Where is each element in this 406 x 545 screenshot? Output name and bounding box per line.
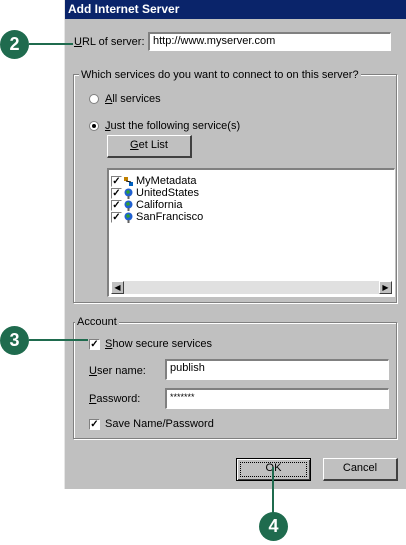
cancel-button[interactable]: Cancel — [323, 458, 398, 481]
show-secure-label[interactable]: Show secure services — [105, 337, 212, 351]
url-label: URL of server: — [74, 36, 145, 48]
account-group-label: Account — [75, 315, 119, 329]
metadata-icon — [124, 176, 133, 186]
save-password-checkbox[interactable]: ✓ — [89, 419, 100, 430]
service-checkbox[interactable]: ✓ — [111, 199, 122, 211]
service-name: UnitedStates — [136, 187, 199, 199]
callout-4-leader — [272, 467, 274, 514]
password-label: Password: — [89, 393, 141, 405]
url-input[interactable]: http://www.myserver.com — [148, 32, 391, 51]
callout-4: 4 — [259, 512, 288, 541]
get-list-button[interactable]: Get List — [107, 135, 192, 158]
username-label: User name: — [89, 365, 146, 377]
service-name: SanFrancisco — [136, 211, 204, 223]
all-services-label[interactable]: All services — [105, 92, 161, 106]
service-name: MyMetadata — [136, 175, 197, 187]
globe-icon — [124, 212, 133, 223]
globe-icon — [124, 200, 133, 211]
service-name: California — [136, 199, 183, 211]
callout-2: 2 — [0, 30, 29, 59]
username-input[interactable]: publish — [165, 359, 389, 380]
services-group-label: Which services do you want to connect to… — [79, 68, 361, 82]
callout-3-leader — [29, 339, 88, 341]
list-item[interactable]: ✓ SanFrancisco — [111, 211, 203, 224]
just-following-label[interactable]: Just the following service(s) — [105, 119, 240, 133]
horizontal-scrollbar[interactable]: ◀ ▶ — [111, 281, 392, 294]
service-checkbox[interactable]: ✓ — [111, 175, 122, 187]
dialog-title: Add Internet Server — [65, 0, 406, 19]
scroll-right-icon[interactable]: ▶ — [379, 281, 392, 294]
all-services-radio[interactable] — [89, 94, 99, 104]
scroll-left-icon[interactable]: ◀ — [111, 281, 124, 294]
callout-3: 3 — [0, 326, 29, 355]
save-password-label[interactable]: Save Name/Password — [105, 417, 214, 431]
add-internet-server-dialog: Add Internet Server URL of server: http:… — [64, 0, 406, 489]
callout-2-leader — [29, 43, 73, 45]
service-checkbox[interactable]: ✓ — [111, 187, 122, 199]
service-checkbox[interactable]: ✓ — [111, 211, 122, 223]
password-input[interactable]: ******* — [165, 388, 389, 409]
services-list[interactable]: ✓ MyMetadata ✓ UnitedStates ✓ California ✓ S… — [107, 168, 395, 297]
just-following-radio[interactable] — [89, 121, 99, 131]
show-secure-checkbox[interactable]: ✓ — [89, 339, 100, 350]
globe-icon — [124, 188, 133, 199]
